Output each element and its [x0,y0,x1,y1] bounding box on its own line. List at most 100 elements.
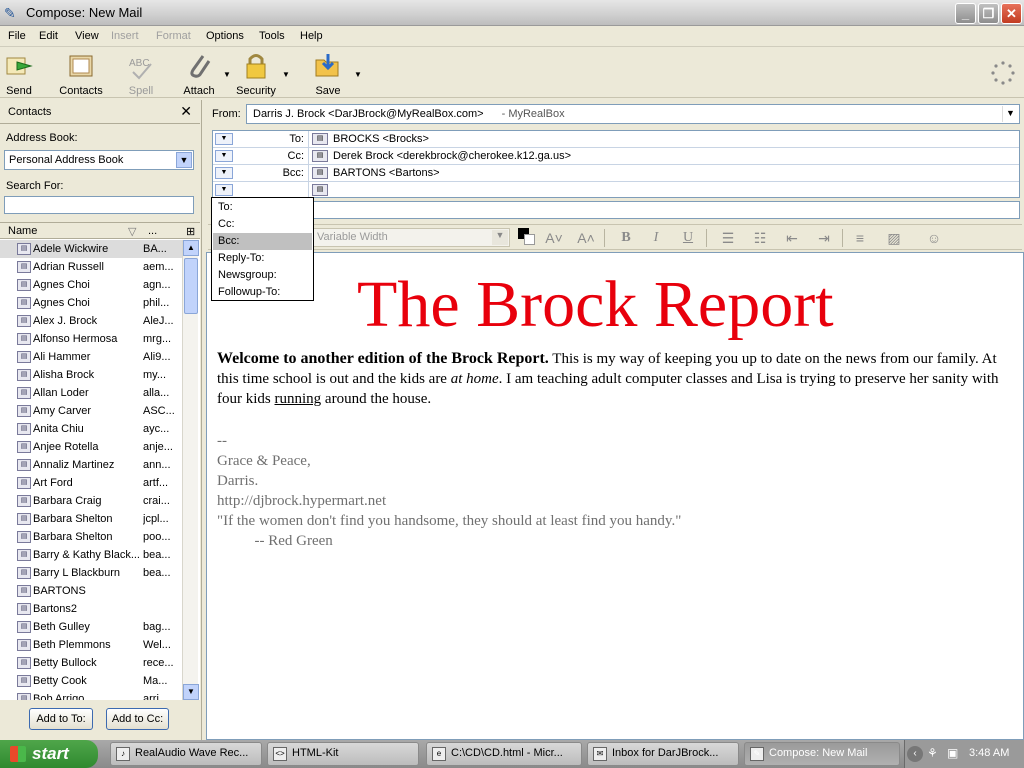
underline-icon[interactable]: U [678,228,698,248]
list-item[interactable]: ▤ Amy Carver ASC... [0,402,182,420]
menu-item-to[interactable]: To: [213,199,312,216]
recipient-type[interactable]: To: [235,131,309,147]
list-item[interactable]: ▤ Anjee Rotella anje... [0,438,182,456]
list-item[interactable]: ▤ Alisha Brock my... [0,366,182,384]
column-picker-icon[interactable]: ⊞ [186,225,195,238]
add-to-to-button[interactable]: Add to To: [29,708,93,730]
menu-help[interactable]: Help [300,30,323,42]
address-book-select[interactable]: Personal Address Book ▼ [4,150,194,170]
attach-dropdown-icon[interactable]: ▼ [223,70,231,79]
decrease-font-size-icon[interactable]: A˅ [544,228,564,248]
list-item[interactable]: ▤ BARTONS [0,582,182,600]
menu-file[interactable]: File [8,30,26,42]
numbered-list-icon[interactable]: ☷ [750,228,770,248]
bullet-list-icon[interactable]: ☰ [718,228,738,248]
subject-input[interactable] [212,201,1020,219]
list-item[interactable]: ▤ Betty Bullock rece... [0,654,182,672]
bold-icon[interactable]: B [616,228,636,248]
menu-format[interactable]: Format [156,30,191,42]
task-compose[interactable]: ✎ Compose: New Mail [744,742,900,766]
list-item[interactable]: ▤ Barbara Shelton poo... [0,528,182,546]
menu-options[interactable]: Options [206,30,244,42]
recipient-type[interactable]: Bcc: [235,165,309,181]
chevron-down-icon[interactable]: ▼ [176,152,192,168]
align-icon[interactable]: ≡ [850,228,870,248]
recipient-type-dropdown-icon[interactable]: ▼ [215,150,233,162]
italic-icon[interactable]: I [646,228,666,248]
attach-button[interactable]: Attach [180,50,218,97]
task-inbox[interactable]: ✉ Inbox for DarJBrock... [587,742,739,766]
task-html-kit[interactable]: <> HTML-Kit [267,742,419,766]
list-item[interactable]: ▤ Alex J. Brock AleJ... [0,312,182,330]
security-dropdown-icon[interactable]: ▼ [282,70,290,79]
list-item[interactable]: ▤ Art Ford artf... [0,474,182,492]
list-item[interactable]: ▤ Anita Chiu ayc... [0,420,182,438]
contacts-button[interactable]: Contacts [58,50,104,97]
recipient-type[interactable] [235,182,309,198]
list-item[interactable]: ▤ Beth Gulley bag... [0,618,182,636]
menu-edit[interactable]: Edit [39,30,58,42]
list-item[interactable]: ▤ Betty Cook Ma... [0,672,182,690]
smiley-icon[interactable]: ☺ [924,228,944,248]
insert-object-icon[interactable]: ▨ [884,228,904,248]
menu-item-newsgroup[interactable]: Newsgroup: [213,267,312,284]
menu-tools[interactable]: Tools [259,30,285,42]
font-select[interactable]: Variable Width ▼ [312,228,510,247]
column-name-header[interactable]: Name [8,225,37,237]
minimize-button[interactable]: _ [955,3,976,24]
network-icon[interactable]: ⚘ [927,746,938,760]
list-item[interactable]: ▤ Adele Wickwire BA... [0,240,182,258]
scroll-down-icon[interactable]: ▼ [183,684,199,700]
list-item[interactable]: ▤ Barbara Shelton jcpl... [0,510,182,528]
save-button[interactable]: Save [310,50,346,97]
list-item[interactable]: ▤ Alfonso Hermosa mrg... [0,330,182,348]
message-body[interactable]: The Brock Report Welcome to another edit… [206,252,1024,740]
menu-item-cc[interactable]: Cc: [213,216,312,233]
list-item[interactable]: ▤ Adrian Russell aem... [0,258,182,276]
list-item[interactable]: ▤ Agnes Choi agn... [0,276,182,294]
chevron-down-icon[interactable]: ▼ [1002,106,1018,122]
list-item[interactable]: ▤ Ali Hammer Ali9... [0,348,182,366]
tray-expand-icon[interactable]: ‹ [907,746,923,762]
chevron-down-icon[interactable]: ▼ [492,230,508,245]
task-realaudio[interactable]: ♪ RealAudio Wave Rec... [110,742,262,766]
security-button[interactable]: Security [234,50,278,97]
monitor-icon[interactable]: ▣ [947,746,958,760]
column-email-header[interactable]: ... [148,225,157,237]
from-select[interactable]: Darris J. Brock <DarJBrock@MyRealBox.com… [246,104,1020,124]
recipient-value[interactable]: BARTONS <Bartons> [333,167,440,179]
task-ie-cd[interactable]: e C:\CD\CD.html - Micr... [426,742,582,766]
recipient-type-dropdown-icon[interactable]: ▼ [215,133,233,145]
save-dropdown-icon[interactable]: ▼ [354,70,362,79]
spell-button[interactable]: ABC Spell [124,50,158,97]
outdent-icon[interactable]: ⇤ [782,228,802,248]
list-item[interactable]: ▤ Allan Loder alla... [0,384,182,402]
menu-insert[interactable]: Insert [111,30,139,42]
menu-view[interactable]: View [75,30,99,42]
search-input[interactable] [4,196,194,214]
close-contacts-icon[interactable]: ✕ [180,103,192,120]
add-to-cc-button[interactable]: Add to Cc: [106,708,169,730]
scroll-thumb[interactable] [184,258,198,314]
menu-item-followup-to[interactable]: Followup-To: [213,284,312,301]
recipient-value[interactable]: BROCKS <Brocks> [333,133,429,145]
recipient-type-dropdown-icon[interactable]: ▼ [215,184,233,196]
start-button[interactable]: start [0,740,98,768]
recipient-type[interactable]: Cc: [235,148,309,164]
list-item[interactable]: ▤ Beth Plemmons Wel... [0,636,182,654]
list-item[interactable]: ▤ Bob Arrigo arri... [0,690,182,700]
list-item[interactable]: ▤ Barbara Craig crai... [0,492,182,510]
close-button[interactable]: ✕ [1001,3,1022,24]
list-item[interactable]: ▤ Barry L Blackburn bea... [0,564,182,582]
title-bar[interactable]: ✎ Compose: New Mail _ ❐ ✕ [0,0,1024,26]
recipient-type-dropdown-icon[interactable]: ▼ [215,167,233,179]
maximize-button[interactable]: ❐ [978,3,999,24]
recipient-value[interactable]: Derek Brock <derekbrock@cherokee.k12.ga.… [333,150,571,162]
list-item[interactable]: ▤ Agnes Choi phil... [0,294,182,312]
indent-icon[interactable]: ⇥ [814,228,834,248]
contacts-scrollbar[interactable]: ▲ ▼ [182,240,199,700]
scroll-up-icon[interactable]: ▲ [183,240,199,256]
menu-item-bcc[interactable]: Bcc: [213,233,312,250]
list-item[interactable]: ▤ Annaliz Martinez ann... [0,456,182,474]
menu-item-reply-to[interactable]: Reply-To: [213,250,312,267]
